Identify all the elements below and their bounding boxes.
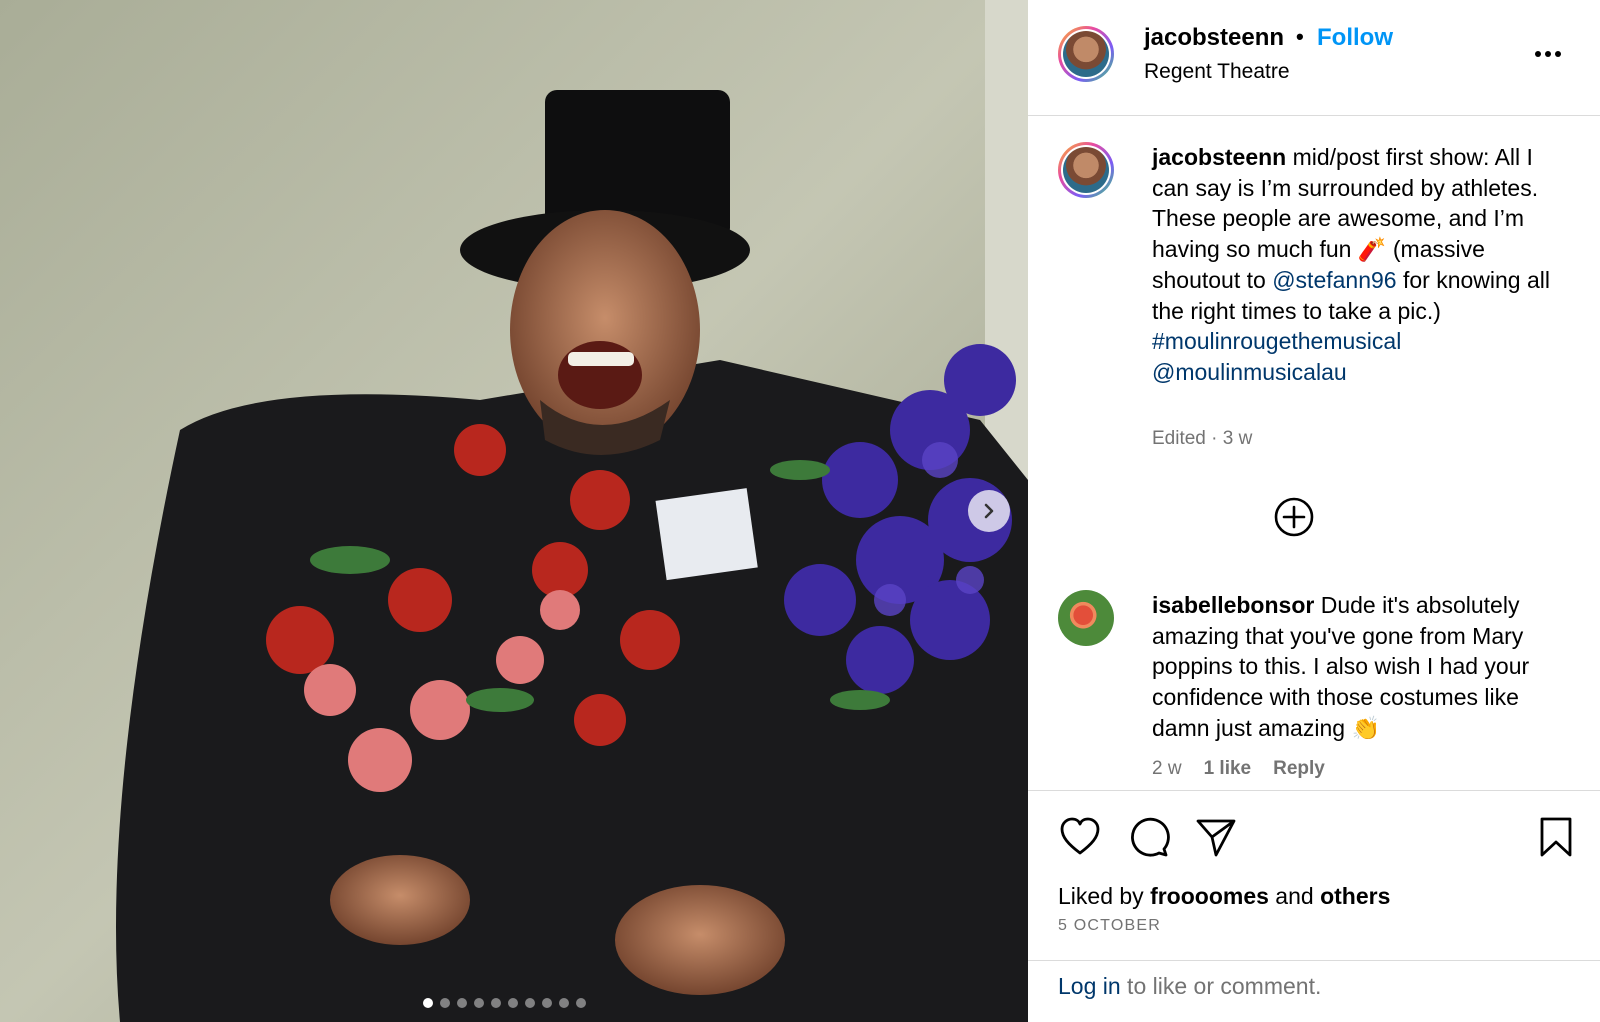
slide-indicator: [0, 998, 1018, 1008]
slide-dot: [473, 998, 484, 1008]
comment-button[interactable]: [1126, 815, 1170, 859]
more-icon: [1535, 51, 1561, 57]
liked-user-link[interactable]: froooomes: [1150, 883, 1269, 909]
slide-dot: [490, 998, 501, 1008]
comment-likes[interactable]: 1 like: [1204, 758, 1252, 780]
slide-dot: [507, 998, 518, 1008]
next-slide-button[interactable]: [968, 490, 1010, 532]
follow-button[interactable]: Follow: [1317, 24, 1393, 52]
save-button[interactable]: [1534, 815, 1578, 859]
plus-circle-icon: [1274, 497, 1314, 537]
slide-dot: [456, 998, 467, 1008]
mention-link[interactable]: @stefann96: [1272, 267, 1396, 293]
hashtag-link[interactable]: #moulinrougethemusical: [1152, 328, 1401, 354]
slide-dot: [541, 998, 552, 1008]
author-username[interactable]: jacobsteenn: [1144, 24, 1284, 52]
post-actions: Liked by froooomes and others 5 OCTOBER: [1028, 790, 1600, 970]
send-icon: [1196, 819, 1236, 857]
caption-username[interactable]: jacobsteenn: [1152, 144, 1286, 170]
heart-icon: [1060, 817, 1100, 855]
slide-dot: [422, 998, 433, 1008]
liked-others-link[interactable]: others: [1320, 883, 1390, 909]
commenter-avatar[interactable]: [1058, 590, 1114, 646]
photo-scene: [0, 0, 1028, 1022]
liked-and: and: [1268, 883, 1321, 909]
chevron-right-icon: [984, 503, 994, 519]
caption-text: jacobsteenn mid/post first show: All I c…: [1152, 142, 1572, 388]
post-photo[interactable]: [0, 0, 1028, 1022]
header-separator: •: [1296, 24, 1304, 49]
post-side-panel: jacobsteenn • Follow Regent Theatre jaco…: [1028, 0, 1600, 1022]
bookmark-icon: [1540, 817, 1572, 857]
post-date: 5 OCTOBER: [1058, 917, 1161, 934]
caption-meta: Edited · 3 w: [1152, 428, 1253, 449]
mention-link[interactable]: @moulinmusicalau: [1152, 359, 1347, 385]
reply-button[interactable]: Reply: [1273, 758, 1325, 780]
comment-meta: 2 w 1 like Reply: [1152, 758, 1325, 780]
comment-emoji: 👏: [1351, 714, 1381, 741]
caption-emoji: 🧨: [1357, 236, 1387, 263]
post-location[interactable]: Regent Theatre: [1144, 60, 1290, 84]
load-more-comments-button[interactable]: [1272, 495, 1316, 539]
liked-prefix: Liked by: [1058, 883, 1151, 909]
comment-time: 2 w: [1152, 758, 1182, 779]
share-button[interactable]: [1194, 815, 1238, 859]
like-button[interactable]: [1058, 815, 1102, 859]
author-avatar[interactable]: [1058, 26, 1114, 82]
slide-dot: [558, 998, 569, 1008]
slide-dot: [439, 998, 450, 1008]
commenter-username[interactable]: isabellebonsor: [1152, 592, 1314, 618]
login-link[interactable]: Log in: [1058, 973, 1121, 999]
login-text: to like or comment.: [1120, 973, 1322, 999]
liked-by: Liked by froooomes and others: [1058, 883, 1390, 910]
comment-icon: [1131, 817, 1170, 857]
slide-dot: [524, 998, 535, 1008]
login-prompt: Log in to like or comment.: [1028, 960, 1600, 1022]
post-header: jacobsteenn • Follow Regent Theatre: [1028, 0, 1600, 116]
comment-text: isabellebonsor Dude it's absolutely amaz…: [1152, 590, 1572, 744]
slide-dot: [575, 998, 586, 1008]
more-options-button[interactable]: [1528, 34, 1568, 74]
caption-avatar[interactable]: [1058, 142, 1114, 198]
